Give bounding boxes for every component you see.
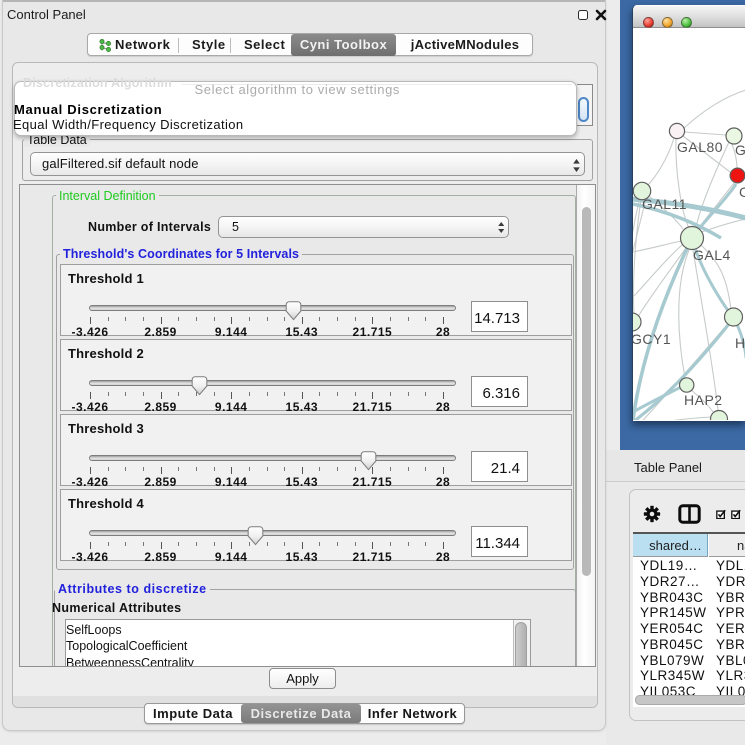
svg-text:HAP2: HAP2 (684, 392, 723, 408)
svg-text:GAL4: GAL4 (693, 247, 731, 263)
svg-text:H: H (735, 335, 745, 351)
svg-text:GAL: GAL (735, 142, 745, 158)
svg-text:GCY1: GCY1 (633, 331, 671, 347)
svg-text:GAL11: GAL11 (642, 196, 687, 212)
svg-text:C: C (739, 184, 745, 200)
svg-text:GAL80: GAL80 (677, 139, 723, 155)
